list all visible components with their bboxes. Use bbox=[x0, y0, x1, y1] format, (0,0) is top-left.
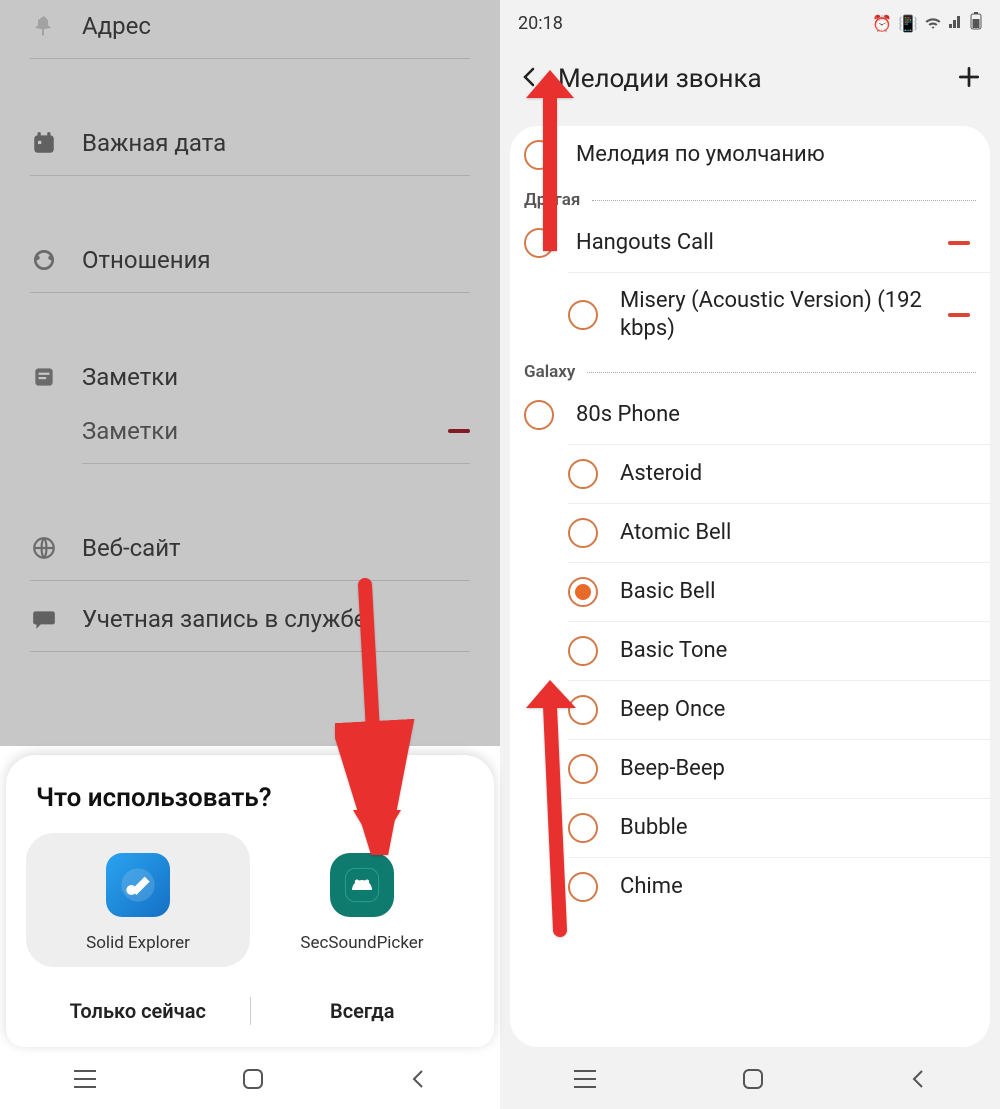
add-icon[interactable] bbox=[956, 64, 982, 94]
signal-icon bbox=[948, 14, 964, 33]
ringtone-label: 80s Phone bbox=[576, 401, 970, 429]
ringtone-label: Atomic Bell bbox=[620, 519, 970, 547]
home-button[interactable] bbox=[741, 1067, 765, 1095]
radio-icon bbox=[568, 300, 598, 330]
back-button[interactable] bbox=[408, 1067, 428, 1095]
android-navbar bbox=[500, 1053, 1000, 1109]
ringtone-label: Basic Bell bbox=[620, 578, 970, 606]
modal-scrim[interactable] bbox=[0, 0, 500, 746]
radio-icon bbox=[524, 140, 554, 170]
radio-icon bbox=[568, 577, 598, 607]
section-label: Galaxy bbox=[524, 362, 575, 382]
home-button[interactable] bbox=[241, 1067, 265, 1095]
status-bar: 20:18 ⏰ 📳 bbox=[500, 0, 1000, 46]
ringtone-galaxy-4[interactable]: Basic Tone bbox=[568, 621, 990, 680]
ringtone-card: Мелодия по умолчанию Другая Hangouts Cal… bbox=[510, 126, 990, 1047]
app-label: Solid Explorer bbox=[86, 933, 190, 953]
ringtone-label: Beep Once bbox=[620, 696, 970, 724]
ringtone-galaxy-3[interactable]: Basic Bell bbox=[568, 562, 990, 621]
ringtone-label: Beep-Beep bbox=[620, 755, 970, 783]
recents-button[interactable] bbox=[72, 1069, 98, 1093]
battery-icon bbox=[970, 12, 982, 34]
radio-icon bbox=[568, 813, 598, 843]
section-other: Другая bbox=[510, 184, 990, 214]
radio-icon bbox=[568, 636, 598, 666]
ringtone-label: Misery (Acoustic Version) (192 kbps) bbox=[620, 287, 926, 342]
ringtone-label: Hangouts Call bbox=[576, 229, 926, 257]
solid-explorer-icon bbox=[106, 853, 170, 917]
page-title: Мелодии звонка bbox=[558, 64, 940, 94]
section-galaxy: Galaxy bbox=[510, 356, 990, 386]
radio-icon bbox=[568, 695, 598, 725]
ringtone-label: Chime bbox=[620, 873, 970, 901]
left-screenshot: Адрес Важная дата Отношения Заметки Заме… bbox=[0, 0, 500, 1109]
remove-icon[interactable] bbox=[948, 313, 970, 317]
ringtone-galaxy-2[interactable]: Atomic Bell bbox=[568, 503, 990, 562]
ringtone-galaxy-1[interactable]: Asteroid bbox=[568, 444, 990, 503]
ringtone-label: Asteroid bbox=[620, 460, 970, 488]
alarm-icon: ⏰ bbox=[872, 14, 892, 33]
app-option-solid-explorer[interactable]: Solid Explorer bbox=[26, 833, 250, 967]
vibrate-icon: 📳 bbox=[898, 14, 918, 33]
ringtone-galaxy-6[interactable]: Beep-Beep bbox=[568, 739, 990, 798]
radio-icon bbox=[568, 872, 598, 902]
ringtone-default[interactable]: Мелодия по умолчанию bbox=[510, 126, 990, 184]
app-label: SecSoundPicker bbox=[300, 933, 423, 953]
ringtone-label: Мелодия по умолчанию bbox=[576, 141, 970, 169]
ringtone-label: Basic Tone bbox=[620, 637, 970, 665]
android-navbar bbox=[0, 1053, 500, 1109]
back-icon[interactable] bbox=[518, 65, 542, 93]
radio-icon bbox=[524, 400, 554, 430]
radio-icon bbox=[568, 754, 598, 784]
recents-button[interactable] bbox=[572, 1069, 598, 1093]
radio-icon bbox=[568, 518, 598, 548]
ringtone-label: Bubble bbox=[620, 814, 970, 842]
app-option-secsoundpicker[interactable]: SecSoundPicker bbox=[250, 833, 474, 967]
section-label: Другая bbox=[524, 190, 580, 210]
ringtone-other-0[interactable]: Hangouts Call bbox=[510, 214, 990, 272]
radio-icon bbox=[524, 228, 554, 258]
app-bar: Мелодии звонка bbox=[500, 46, 1000, 112]
ringtone-galaxy-8[interactable]: Chime bbox=[568, 857, 990, 916]
radio-icon bbox=[568, 459, 598, 489]
ringtone-galaxy-0[interactable]: 80s Phone bbox=[510, 386, 990, 444]
ringtone-galaxy-5[interactable]: Beep Once bbox=[568, 680, 990, 739]
remove-icon[interactable] bbox=[948, 241, 970, 245]
chooser-title: Что использовать? bbox=[36, 783, 464, 813]
right-screenshot: 20:18 ⏰ 📳 Мелодии звонка М bbox=[500, 0, 1000, 1109]
app-chooser-sheet: Что использовать? Solid Explorer SecSoun… bbox=[6, 755, 494, 1047]
chooser-once-button[interactable]: Только сейчас bbox=[26, 985, 250, 1037]
wifi-icon bbox=[924, 14, 942, 33]
chooser-always-button[interactable]: Всегда bbox=[251, 985, 475, 1037]
status-icons: ⏰ 📳 bbox=[872, 12, 982, 34]
status-time: 20:18 bbox=[518, 13, 563, 34]
ringtone-galaxy-7[interactable]: Bubble bbox=[568, 798, 990, 857]
secsoundpicker-icon bbox=[330, 853, 394, 917]
back-button[interactable] bbox=[908, 1067, 928, 1095]
ringtone-other-1[interactable]: Misery (Acoustic Version) (192 kbps) bbox=[568, 272, 990, 356]
